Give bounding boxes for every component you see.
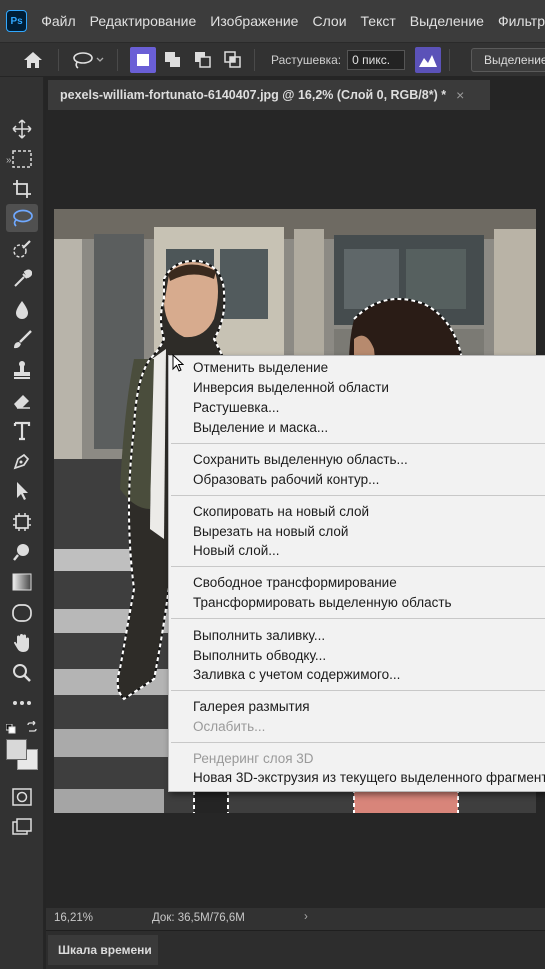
zoom-icon[interactable] bbox=[6, 659, 38, 687]
eyedropper-icon[interactable] bbox=[6, 265, 38, 293]
marquee-icon[interactable] bbox=[6, 145, 38, 173]
tools-panel: » bbox=[0, 77, 44, 969]
gradient-icon[interactable] bbox=[6, 568, 38, 596]
menu-separator bbox=[171, 566, 545, 567]
menu-layers[interactable]: Слои bbox=[312, 13, 346, 29]
menu-item-save-selection[interactable]: Сохранить выделенную область... bbox=[193, 452, 408, 467]
menu-separator bbox=[171, 690, 545, 691]
divider bbox=[58, 48, 59, 71]
menu-item-inverse[interactable]: Инверсия выделенной области bbox=[193, 380, 389, 395]
menu-item-transform-selection[interactable]: Трансформировать выделенную область bbox=[193, 595, 452, 610]
document-tab-title: pexels-william-fortunato-6140407.jpg @ 1… bbox=[60, 88, 447, 102]
hand-icon[interactable] bbox=[6, 629, 38, 657]
type-icon[interactable] bbox=[6, 417, 38, 445]
menu-item-content-aware-fill[interactable]: Заливка с учетом содержимого... bbox=[193, 667, 400, 682]
select-and-mask-button[interactable]: Выделение и маска... bbox=[471, 48, 545, 72]
menu-item-render-3d: Рендеринг слоя 3D bbox=[193, 751, 314, 766]
crop-icon[interactable] bbox=[6, 175, 38, 203]
document-size: Док: 36,5M/76,6M bbox=[152, 912, 245, 924]
add-selection-icon[interactable] bbox=[160, 47, 186, 73]
subtract-selection-icon[interactable] bbox=[190, 47, 216, 73]
menu-separator bbox=[171, 742, 545, 743]
menu-item-blur-gallery[interactable]: Галерея размытия bbox=[193, 699, 310, 714]
menu-separator bbox=[171, 618, 545, 619]
menu-file[interactable]: Файл bbox=[41, 13, 75, 29]
context-menu: Отменить выделение Инверсия выделенной о… bbox=[168, 355, 545, 792]
menu-filter[interactable]: Фильтр bbox=[498, 13, 545, 29]
feather-input[interactable]: 0 пикс. bbox=[347, 49, 406, 70]
screen-mode-icon[interactable] bbox=[6, 813, 38, 841]
lasso-preset-icon[interactable] bbox=[67, 46, 109, 74]
pen-icon[interactable] bbox=[6, 447, 38, 475]
move-icon[interactable] bbox=[6, 115, 38, 143]
foreground-color-swatch[interactable] bbox=[6, 739, 27, 760]
menu-item-3d-extrusion[interactable]: Новая 3D-экструзия из текущего выделенно… bbox=[193, 770, 545, 785]
antialias-icon[interactable] bbox=[415, 46, 442, 73]
stamp-icon[interactable] bbox=[6, 356, 38, 384]
menu-item-free-transform[interactable]: Свободное трансформирование bbox=[193, 575, 397, 590]
menu-item-stroke[interactable]: Выполнить обводку... bbox=[193, 648, 326, 663]
photoshop-logo: Ps bbox=[6, 10, 28, 32]
frame-icon[interactable] bbox=[6, 508, 38, 536]
menu-edit[interactable]: Редактирование bbox=[90, 13, 197, 29]
menu-separator bbox=[171, 495, 545, 496]
zoom-lens-icon[interactable] bbox=[6, 538, 38, 566]
intersect-selection-icon[interactable] bbox=[220, 47, 246, 73]
menu-item-layer-via-cut[interactable]: Вырезать на новый слой bbox=[193, 524, 348, 539]
menu-item-select-mask[interactable]: Выделение и маска... bbox=[193, 420, 328, 435]
menu-item-deselect[interactable]: Отменить выделение bbox=[193, 360, 328, 375]
quick-mask-icon[interactable] bbox=[6, 783, 38, 811]
menu-select[interactable]: Выделение bbox=[410, 13, 484, 29]
menu-bar: Ps Файл Редактирование Изображение Слои … bbox=[0, 0, 545, 42]
home-icon[interactable] bbox=[16, 46, 50, 74]
brush-icon[interactable] bbox=[6, 326, 38, 354]
swap-colors-icon[interactable] bbox=[26, 720, 38, 732]
menu-separator bbox=[171, 443, 545, 444]
menu-item-fade: Ослабить... bbox=[193, 719, 266, 734]
menu-image[interactable]: Изображение bbox=[210, 13, 298, 29]
divider bbox=[254, 48, 255, 71]
lasso-icon[interactable] bbox=[6, 204, 38, 232]
default-colors-icon[interactable] bbox=[5, 721, 16, 734]
status-bar: 16,21% Док: 36,5M/76,6M › bbox=[46, 908, 545, 930]
close-icon[interactable]: × bbox=[456, 87, 464, 103]
zoom-level[interactable]: 16,21% bbox=[54, 912, 93, 924]
menu-type[interactable]: Текст bbox=[361, 13, 396, 29]
menu-item-fill[interactable]: Выполнить заливку... bbox=[193, 628, 325, 643]
timeline-tab[interactable]: Шкала времени bbox=[48, 935, 158, 965]
more-icon[interactable] bbox=[6, 689, 38, 717]
document-tab[interactable]: pexels-william-fortunato-6140407.jpg @ 1… bbox=[48, 80, 490, 110]
feather-label: Растушевка: bbox=[271, 52, 342, 67]
new-selection-icon[interactable] bbox=[130, 46, 156, 73]
mouse-cursor-icon bbox=[172, 353, 185, 377]
status-menu-arrow[interactable]: › bbox=[304, 911, 308, 923]
options-bar: Растушевка: 0 пикс. Выделение и маска... bbox=[0, 42, 545, 76]
divider bbox=[449, 48, 451, 71]
menu-item-new-layer[interactable]: Новый слой... bbox=[193, 543, 280, 558]
spot-heal-icon[interactable] bbox=[6, 296, 38, 324]
divider bbox=[117, 48, 118, 71]
timeline-panel: Шкала времени bbox=[46, 930, 545, 969]
menu-item-layer-via-copy[interactable]: Скопировать на новый слой bbox=[193, 504, 369, 519]
ellipse-icon[interactable] bbox=[6, 599, 38, 627]
menu-item-make-work-path[interactable]: Образовать рабочий контур... bbox=[193, 472, 379, 487]
eraser-icon[interactable] bbox=[6, 387, 38, 415]
path-select-icon[interactable] bbox=[6, 477, 38, 505]
quick-select-icon[interactable] bbox=[6, 235, 38, 263]
menu-item-feather[interactable]: Растушевка... bbox=[193, 400, 279, 415]
